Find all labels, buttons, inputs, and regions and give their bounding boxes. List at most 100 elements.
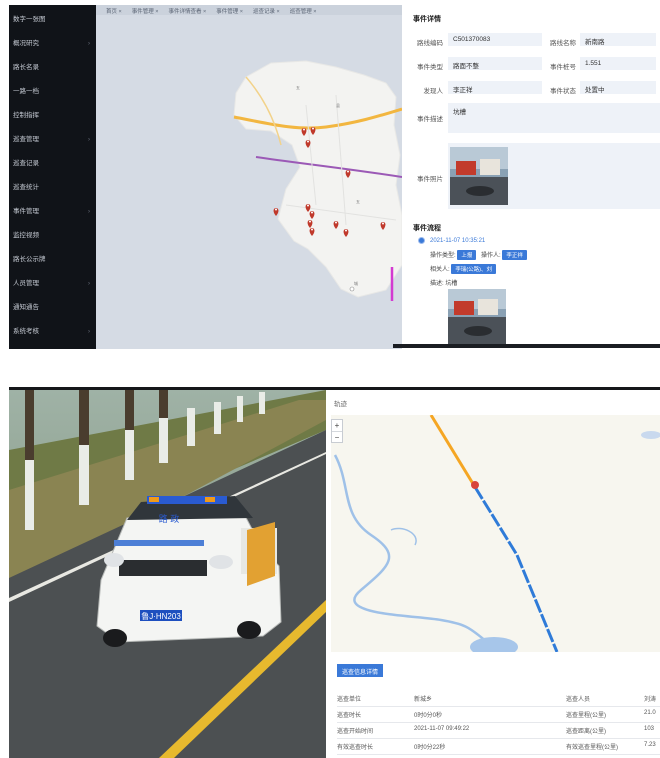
- info-value: 7.23: [644, 742, 656, 748]
- trajectory-title: 轨迹: [334, 401, 347, 408]
- road-name-label: 路线名称: [550, 40, 576, 47]
- sidebar-item[interactable]: 人员管理 ›: [9, 272, 96, 296]
- row-divider: [337, 754, 660, 755]
- road-code-field: C501370083: [448, 33, 542, 46]
- event-type-label: 事件类型: [417, 64, 443, 71]
- map-marker-icon[interactable]: [301, 128, 307, 136]
- map-marker-icon[interactable]: [307, 220, 313, 228]
- sidebar-item[interactable]: 一路一档: [9, 80, 96, 104]
- event-detail-panel: 事件详情 路线编码 C501370083 路线名称 新南路 事件类型 路面不整 …: [402, 5, 660, 349]
- timeline-time: 2021-11-07 10:35:21: [430, 238, 486, 244]
- op-type-label: 操作类型:: [430, 253, 456, 259]
- map-marker-icon[interactable]: [343, 229, 349, 237]
- sidebar-item[interactable]: 巡查记录: [9, 152, 96, 176]
- sidebar-item-label: 概况研究: [13, 40, 39, 47]
- panel-divider: [393, 344, 660, 348]
- sidebar-item-label: 系统考核: [13, 328, 39, 335]
- row-divider: [337, 738, 660, 739]
- map-marker-icon[interactable]: [305, 204, 311, 212]
- status-label: 事件状态: [550, 88, 576, 95]
- sidebar-item-label: 监控视频: [13, 232, 39, 239]
- stake-field: 1.551: [580, 57, 656, 70]
- description-label: 事件描述: [417, 116, 443, 123]
- sidebar-item-label: 数字一张图: [13, 16, 46, 23]
- map-marker-icon[interactable]: [310, 127, 316, 135]
- sidebar-item-label: 路长公示牌: [13, 256, 46, 263]
- map-marker-icon[interactable]: [309, 211, 315, 219]
- sidebar-item[interactable]: 监控视频: [9, 224, 96, 248]
- info-label: 巡查距离(公里): [566, 729, 606, 735]
- reporter-label: 发现人: [423, 88, 444, 95]
- map-marker-icon[interactable]: [380, 222, 386, 230]
- map-marker-icon[interactable]: [345, 170, 351, 178]
- sidebar-item[interactable]: 巡查统计: [9, 176, 96, 200]
- info-value: 21.0: [644, 710, 656, 716]
- map-marker-icon[interactable]: [273, 208, 279, 216]
- sidebar-item-label: 路长名录: [13, 64, 39, 71]
- inspection-info-button[interactable]: 巡查信息详情: [337, 664, 384, 677]
- info-value: 新城乡: [414, 697, 433, 703]
- sidebar-item-label: 一路一档: [13, 88, 39, 95]
- map-marker-icon[interactable]: [305, 140, 311, 148]
- trajectory-panel: 轨迹 + − 巡查信息详情 巡查单位 新城乡 巡查人员 刘涛 巡查时长 0时0分0秒 巡查里…: [326, 390, 660, 758]
- sidebar-item-label: 通知通告: [13, 304, 39, 311]
- sidebar-item[interactable]: 事件管理 ›: [9, 200, 96, 224]
- section-title-process: 事件流程: [413, 225, 441, 232]
- event-markers: [273, 127, 386, 237]
- timeline-dot-icon: [418, 237, 425, 244]
- map-marker-icon[interactable]: [309, 228, 315, 236]
- sidebar-item[interactable]: 通知通告: [9, 296, 96, 320]
- license-plate: 鲁J·HN203: [141, 611, 181, 621]
- info-value: 2021-11-07 09:49:22: [414, 726, 470, 732]
- sidebar-item-label: 人员管理: [13, 280, 39, 287]
- row-divider: [337, 722, 660, 723]
- sidebar-item[interactable]: 概况研究 ›: [9, 32, 96, 56]
- sidebar-item[interactable]: 控制指挥: [9, 104, 96, 128]
- row-divider: [337, 706, 660, 707]
- info-value: 刘涛: [644, 697, 657, 703]
- sidebar-item[interactable]: 巡查管理 ›: [9, 128, 96, 152]
- timeline-op-row: 操作类型: 上报 操作人: 李正祥: [430, 250, 527, 260]
- sidebar-item[interactable]: 数字一张图: [9, 8, 96, 32]
- trajectory-canvas: [331, 415, 660, 652]
- info-label: 巡查开始时间: [337, 729, 374, 735]
- info-value: 0时0分22秒: [414, 745, 446, 751]
- event-type-field: 路面不整: [448, 57, 542, 70]
- timeline-photo[interactable]: [448, 289, 506, 345]
- sidebar-item[interactable]: 路长名录: [9, 56, 96, 80]
- sidebar-item-label: 控制指挥: [13, 112, 39, 119]
- sidebar-item[interactable]: 路长公示牌: [9, 248, 96, 272]
- related-label: 相关人:: [430, 267, 450, 273]
- section-title-event-detail: 事件详情: [413, 16, 441, 23]
- sidebar-item[interactable]: 系统考核 ›: [9, 320, 96, 344]
- description-field: 坑槽: [448, 103, 660, 133]
- sidebar-item-label: 巡查统计: [13, 184, 39, 191]
- patrol-car-photo: 鲁J·HN203 路 政: [9, 390, 326, 758]
- event-photo[interactable]: [450, 147, 508, 205]
- patrol-car-image: 鲁J·HN203 路 政: [9, 390, 326, 758]
- chevron-right-icon: ›: [88, 281, 90, 287]
- sidebar-item-label: 巡查记录: [13, 160, 39, 167]
- info-label: 巡查里程(公里): [566, 713, 606, 719]
- info-label: 有效巡查时长: [337, 745, 374, 751]
- sidebar-item-label: 巡查管理: [13, 136, 39, 143]
- stake-label: 事件桩号: [550, 64, 576, 71]
- timeline-remark: 描述: 坑槽: [430, 281, 458, 287]
- zoom-control: + −: [331, 419, 343, 443]
- info-label: 巡查时长: [337, 713, 362, 719]
- zoom-in-button[interactable]: +: [332, 420, 342, 431]
- info-label: 巡查单位: [337, 697, 362, 703]
- zoom-out-button[interactable]: −: [332, 431, 342, 443]
- photo-field: [448, 143, 660, 209]
- road-code-label: 路线编码: [417, 40, 443, 47]
- sidebar: 数字一张图 概况研究 › 路长名录 一路一档 控制指挥 巡查管理 › 巡查记录 巡查统计 事件管理 ›…: [9, 5, 96, 349]
- op-type-tag: 上报: [457, 250, 477, 260]
- info-value: 0时0分0秒: [414, 713, 443, 719]
- event-map[interactable]: 五 县 五 城 首页 × 事件管理 × 事件详情查看 × 事件管理 × 巡查记录 × 巡查…: [96, 5, 402, 349]
- chevron-right-icon: ›: [88, 137, 90, 143]
- map-marker-icon[interactable]: [333, 221, 339, 229]
- timeline-related-row: 相关人: 李瑞(公路)、刘: [430, 264, 497, 274]
- info-value: 103: [644, 726, 655, 732]
- road-name-field: 新南路: [580, 33, 656, 46]
- trajectory-map[interactable]: [331, 415, 660, 652]
